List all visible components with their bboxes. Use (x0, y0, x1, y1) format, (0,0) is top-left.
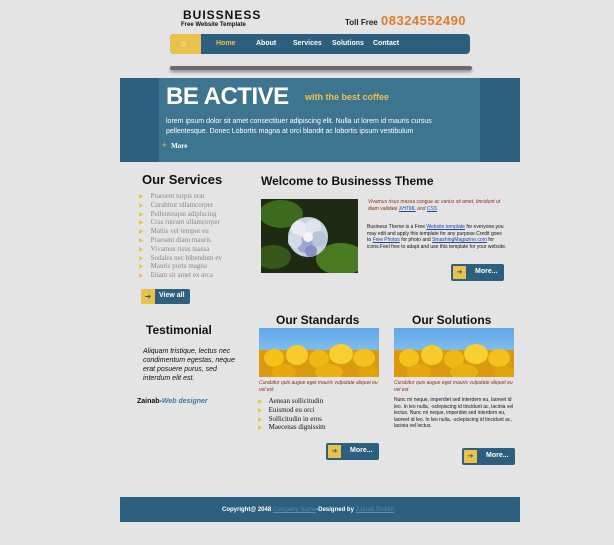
service-item[interactable]: Etiam sit amet ex arca (139, 271, 222, 280)
standards-caption: Curabitur quis augue eget mauris vulputa… (259, 380, 378, 393)
arrow-right-icon: ➜ (464, 450, 477, 463)
plus-icon: + (162, 140, 168, 150)
welcome-and: and (417, 205, 426, 212)
nav-home-icon-button[interactable]: ⌂ (170, 34, 201, 54)
footer-text: Copyright@ 2048 Company Name-Designed by… (222, 507, 394, 513)
nav-item-about[interactable]: About (256, 40, 276, 47)
standards-list: Aenean sollicitudin Euismod eu orci Soll… (258, 397, 326, 432)
hero-more-label: More (171, 142, 188, 150)
arrow-right-icon: ➜ (141, 289, 155, 304)
hero-title: BE ACTIVE (166, 83, 289, 110)
service-item[interactable]: Sodales nec bibendum ev (139, 254, 222, 263)
free-photos-link[interactable]: Free Photos (373, 237, 400, 243)
tulips-image (259, 328, 379, 377)
nav-shadow-divider (170, 66, 472, 70)
site-logo-title[interactable]: BUISSNESS (183, 8, 261, 22)
home-icon: ⌂ (181, 39, 186, 48)
service-item[interactable]: Curabitur ullamcorper (139, 201, 222, 210)
footer-designer-link[interactable]: Zainab Shaikh (356, 507, 394, 513)
standards-item[interactable]: Aenean sollicitudin (258, 397, 326, 406)
footer-copyright: Copyright@ 2048 (222, 507, 272, 513)
solutions-more-button[interactable]: ➜ More... (462, 448, 515, 465)
toll-free-label: Toll Free (345, 18, 378, 27)
standards-more-button[interactable]: ➜ More... (326, 443, 379, 460)
service-item[interactable]: Mauris porta magna (139, 262, 222, 271)
solutions-heading: Our Solutions (412, 313, 492, 327)
hero-tagline: with the best coffee (305, 92, 390, 102)
testimonial-quote: Aliquam tristique, lectus nec condimentu… (143, 348, 235, 382)
nav-item-services[interactable]: Services (293, 40, 322, 47)
view-all-label: View all (159, 292, 185, 299)
nav-item-contact[interactable]: Contact (373, 40, 399, 47)
view-all-button[interactable]: ➜ View all (141, 289, 190, 304)
xhtml-link[interactable]: XHTML (399, 206, 416, 212)
tulips-image (394, 328, 514, 377)
testimonial-author-role[interactable]: Web designer (162, 398, 208, 405)
testimonial-author: Zainab-Web designer (137, 398, 208, 405)
services-list: Praesent turpis erat Curabitur ullamcorp… (139, 192, 222, 280)
solutions-text: Nunc mi neque, imperdiet sed interdem eu… (394, 397, 514, 429)
standards-heading: Our Standards (276, 313, 360, 327)
solutions-more-label: More... (486, 452, 509, 459)
service-item[interactable]: Mattis vel tempor eu (139, 227, 222, 236)
standards-more-label: More... (350, 447, 373, 454)
smashing-magazine-link[interactable]: SmashingMagazine.com (432, 237, 487, 243)
service-item[interactable]: Pellentesque adipiscing (139, 210, 222, 219)
standards-item[interactable]: Sollicitudin in eros (258, 415, 326, 424)
service-item[interactable]: Praesent turpis erat (139, 192, 222, 201)
welcome-body-1: Business Theme is a Free (367, 224, 425, 230)
arrow-right-icon: ➜ (328, 445, 341, 458)
hydrangea-flower-image (261, 199, 358, 273)
standards-item[interactable]: Maecenas dignissim (258, 423, 326, 432)
website-template-link[interactable]: Website template (426, 224, 465, 230)
service-item[interactable]: Cras rutrum ullamcorper (139, 218, 222, 227)
solutions-caption: Curabitur quis augue eget mauris vulputa… (394, 380, 513, 393)
standards-item[interactable]: Euismod eu orci (258, 406, 326, 415)
welcome-body-text: Business Theme is a Free Website templat… (367, 224, 507, 250)
services-heading: Our Services (142, 172, 223, 187)
welcome-more-button[interactable]: ➜ More... (451, 264, 504, 281)
welcome-more-label: More... (475, 268, 498, 275)
welcome-heading: Welcome to Businesss Theme (261, 174, 434, 188)
arrow-right-icon: ➜ (453, 266, 466, 279)
testimonial-author-name: Zainab- (137, 398, 162, 405)
service-item[interactable]: Praesent diam mauris (139, 236, 222, 245)
hero-more-link[interactable]: + More (162, 140, 187, 150)
service-item[interactable]: Vivamus risus massa (139, 245, 222, 254)
footer-company-link[interactable]: Company Name (273, 507, 316, 513)
footer-designed-by: -Designed by (316, 507, 354, 513)
testimonial-heading: Testimonial (146, 323, 212, 337)
css-link[interactable]: CSS (427, 206, 437, 212)
nav-item-home[interactable]: Home (216, 40, 235, 47)
site-logo-subtitle: Free Website Template (181, 22, 246, 28)
toll-free-number: 08324552490 (381, 13, 467, 28)
welcome-body-3: for photo and (401, 237, 431, 243)
hero-text: lorem ipsum dolor sit amet consectituer … (166, 118, 432, 135)
nav-item-solutions[interactable]: Solutions (332, 40, 364, 47)
welcome-italic-text: Vivamus risus massa congue ac varius sit… (368, 199, 508, 212)
